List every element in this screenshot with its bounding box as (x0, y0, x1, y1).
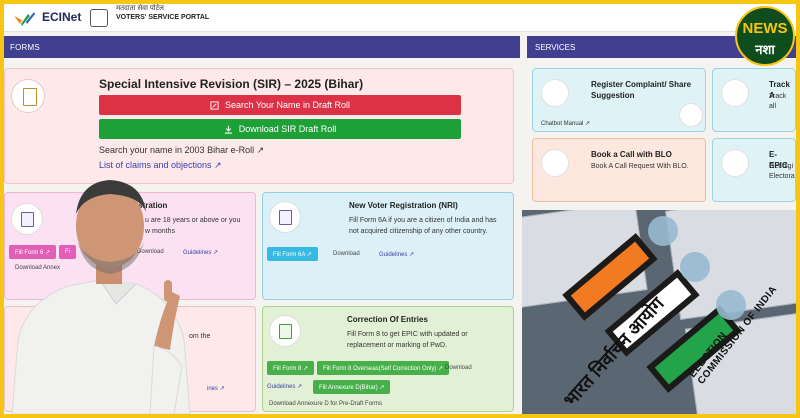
correction-desc-1: Fill Form 8 to get EPIC with updated or (347, 331, 468, 338)
edit-icon (210, 100, 219, 110)
search-2003-eroll-link[interactable]: Search your name in 2003 Bihar e-Roll ↗ (99, 145, 264, 156)
phone-call-icon (541, 149, 569, 177)
sir-title: Special Intensive Revision (SIR) – 2025 … (99, 77, 364, 91)
epic-desc-2: Electora (769, 173, 795, 180)
book-blo-call-card[interactable]: Book a Call with BLO Book A Call Request… (532, 138, 706, 202)
fill-form-8-overseas-button[interactable]: Fill Form 8 Overseas(Self Correction Onl… (317, 361, 450, 375)
hindi-portal-title: मतदाता सेवा पोर्टल (116, 5, 164, 12)
complaint-title-2: Suggestion (591, 91, 635, 100)
news-nasha-logo: NEWS नशा (735, 6, 795, 66)
election-emblem-icon (90, 9, 108, 27)
download-icon (224, 125, 232, 134)
complaint-icon (541, 79, 569, 107)
correction-download-link[interactable]: Download (445, 365, 472, 371)
nasha-word: नशा (755, 42, 775, 57)
track-application-card[interactable]: Track A Track all (712, 68, 796, 132)
correction-desc-2: replacement or marking of PwD. (347, 342, 447, 349)
register-complaint-card[interactable]: Register Complaint/ Share Suggestion Cha… (532, 68, 706, 132)
fill-form-8-button[interactable]: Fill Form 8 ↗ (267, 361, 315, 375)
search-draft-roll-label: Search Your Name in Draft Roll (224, 100, 351, 110)
document-icon (11, 79, 45, 113)
nri-registration-card: New Voter Registration (NRI) Fill Form 6… (262, 192, 514, 300)
download-annexure-d-link[interactable]: Download Annexure D for Pre-Draft Forms (269, 401, 382, 407)
correction-card: Correction Of Entries Fill Form 8 to get… (262, 306, 514, 412)
track-icon (721, 79, 749, 107)
complaint-title-1: Register Complaint/ Share (591, 80, 692, 89)
chatbot-manual-link[interactable]: Chatbot Manual ↗ (541, 119, 590, 129)
fill-form-6a-button[interactable]: Fill Form 6A ↗ (267, 247, 318, 261)
forms-section-header: FORMS (4, 36, 520, 58)
epic-desc-1: Get digi (769, 163, 794, 170)
download-epic-icon (721, 149, 749, 177)
nri-desc-2: not acquired citizenship of any other co… (349, 228, 488, 235)
edit-form-icon (269, 315, 301, 347)
portal-header: ECINet मतदाता सेवा पोर्टल VOTERS' SERVIC… (4, 4, 796, 32)
user-form-icon (269, 201, 301, 233)
nri-download-link[interactable]: Download (333, 251, 360, 257)
download-sir-draft-roll-label: Download SIR Draft Roll (238, 124, 337, 134)
track-desc: Track all (769, 93, 787, 110)
fill-annexure-d-button[interactable]: Fill Annexure D(Bihar) ↗ (313, 380, 391, 394)
person-photo (11, 180, 191, 414)
correction-guidelines-link[interactable]: Guidelines ↗ (267, 383, 302, 390)
ecinet-logo-icon (14, 12, 35, 26)
brand-name[interactable]: ECINet (42, 10, 81, 24)
sir-card: Special Intensive Revision (SIR) – 2025 … (4, 68, 514, 184)
e-epic-card[interactable]: E-EPIC Get digi Electora (712, 138, 796, 202)
nri-guidelines-link[interactable]: Guidelines ↗ (379, 251, 414, 258)
blo-title: Book a Call with BLO (591, 150, 672, 159)
correction-title: Correction Of Entries (347, 315, 428, 324)
eci-logo-photo: भारत निर्वाचन आयोग ELECTION COMMISSION O… (522, 210, 796, 414)
download-sir-draft-roll-button[interactable]: Download SIR Draft Roll (99, 119, 461, 139)
chatbot-avatar-icon (679, 103, 703, 127)
news-word: NEWS (742, 20, 788, 37)
nri-title: New Voter Registration (NRI) (349, 201, 458, 210)
nri-desc-1: Fill Form 6A if you are a citizen of Ind… (349, 217, 497, 224)
portal-title: VOTERS' SERVICE PORTAL (116, 14, 210, 21)
search-draft-roll-button[interactable]: Search Your Name in Draft Roll (99, 95, 461, 115)
blo-desc: Book A Call Request With BLO. (591, 163, 689, 170)
